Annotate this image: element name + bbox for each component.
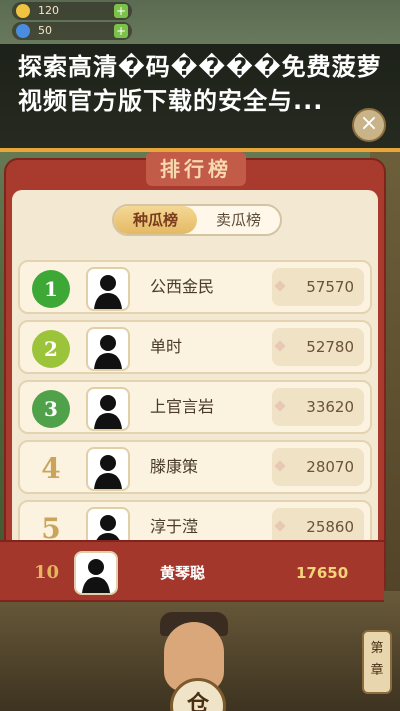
chapter-button[interactable]: 第 章 — [362, 630, 392, 694]
player-name: 公西金民 — [150, 277, 215, 296]
rank-medal-icon: 2 — [32, 330, 70, 368]
gem-counter: 50 + — [12, 22, 132, 40]
leaderboard-tabs: 种瓜榜 卖瓜榜 — [112, 204, 282, 236]
coin-value: 120 — [38, 4, 59, 17]
chapter-label-top: 第 — [370, 641, 384, 656]
my-rank: 10 — [34, 562, 60, 583]
player-score: 52780 — [306, 338, 354, 356]
add-coins-button[interactable]: + — [114, 4, 128, 18]
my-score: 17650 — [296, 564, 349, 582]
player-name: 上官言岩 — [150, 397, 215, 416]
diamond-icon — [274, 280, 286, 292]
overlay-title-line2: 视频官方版下载的安全与... — [18, 87, 324, 115]
diamond-icon — [274, 400, 286, 412]
avatar — [86, 327, 130, 371]
chapter-label-bottom: 章 — [370, 663, 384, 678]
player-name: 单时 — [150, 337, 183, 356]
my-ranking-bar: 10 黄琴聪 17650 — [0, 540, 384, 602]
rank-medal-icon: 1 — [32, 270, 70, 308]
add-gems-button[interactable]: + — [114, 24, 128, 38]
leaderboard-row[interactable]: 3 上官言岩 33620 — [18, 380, 372, 434]
overlay-banner: 探索高清�码����免费菠萝 视频官方版下载的安全与... — [0, 44, 400, 152]
diamond-icon — [274, 340, 286, 352]
close-icon[interactable]: × — [352, 108, 386, 142]
rank-number: 4 — [41, 452, 61, 485]
coin-counter: 120 + — [12, 2, 132, 20]
leaderboard-row[interactable]: 2 单时 52780 — [18, 320, 372, 374]
leaderboard-panel: 排行榜 种瓜榜 卖瓜榜 1 公西金民 57570 2 单时 52780 3 上官… — [4, 152, 386, 598]
gem-value: 50 — [38, 24, 52, 37]
leaderboard-row[interactable]: 1 公西金民 57570 — [18, 260, 372, 314]
leaderboard-list: 种瓜榜 卖瓜榜 1 公西金民 57570 2 单时 52780 3 上官言岩 3… — [12, 190, 378, 558]
diamond-icon — [274, 460, 286, 472]
avatar — [86, 387, 130, 431]
tab-plant-ranking[interactable]: 种瓜榜 — [114, 206, 197, 234]
player-name: 滕康策 — [150, 457, 199, 476]
leaderboard-row[interactable]: 4 滕康策 28070 — [18, 440, 372, 494]
player-score: 33620 — [306, 398, 354, 416]
avatar — [86, 267, 130, 311]
leaderboard-title: 排行榜 — [146, 152, 246, 186]
my-name: 黄琴聪 — [160, 564, 206, 582]
my-avatar — [74, 551, 118, 595]
overlay-title-line1: 探索高清�码����免费菠萝 — [18, 53, 382, 81]
gem-icon — [16, 24, 30, 38]
coin-icon — [16, 4, 30, 18]
player-score: 28070 — [306, 458, 354, 476]
rank-medal-icon: 3 — [32, 390, 70, 428]
diamond-icon — [274, 520, 286, 532]
tab-sell-ranking[interactable]: 卖瓜榜 — [197, 206, 280, 234]
player-score: 57570 — [306, 278, 354, 296]
avatar — [86, 447, 130, 491]
